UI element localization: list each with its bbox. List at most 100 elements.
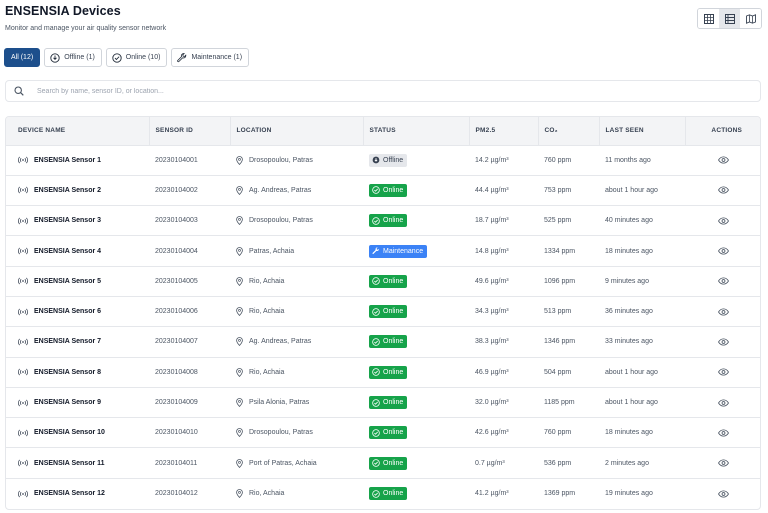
table-row[interactable]: ENSENSIA Sensor 8 20230104008 Rio, Achaia O… [6, 357, 760, 387]
device-name: ENSENSIA Sensor 1 [34, 156, 102, 164]
page-header: ENSENSIA Devices Monitor and manage your… [5, 4, 166, 32]
status-cell: Online [363, 387, 469, 417]
last-seen: about 1 hour ago [605, 399, 658, 407]
device-name-cell: ENSENSIA Sensor 10 [6, 418, 149, 448]
wrench-icon [177, 52, 187, 62]
check-circle-icon [372, 489, 380, 498]
eye-icon [718, 186, 729, 194]
actions-cell [685, 478, 760, 508]
filter-all-label: All (12) [11, 54, 34, 61]
table-row[interactable]: ENSENSIA Sensor 12 20230104012 Rio, Achaia… [6, 478, 760, 508]
filter-online-button[interactable]: Online (10) [105, 48, 168, 67]
device-name: ENSENSIA Sensor 10 [34, 429, 105, 437]
view-details-button[interactable] [718, 186, 729, 194]
view-details-button[interactable] [718, 217, 729, 225]
status-cell: Offline [363, 145, 469, 175]
status-badge: Online [369, 396, 408, 410]
co2-value: 525 ppm [544, 217, 572, 225]
eye-icon [718, 308, 729, 316]
view-details-button[interactable] [718, 459, 729, 467]
status-badge: Online [369, 456, 408, 470]
status-label: Online [383, 459, 404, 467]
view-details-button[interactable] [718, 156, 729, 164]
actions-cell [685, 448, 760, 478]
map-view-button[interactable] [740, 9, 761, 28]
device-name: ENSENSIA Sensor 9 [34, 399, 102, 407]
sensor-id: 20230104004 [155, 247, 198, 255]
table-row[interactable]: ENSENSIA Sensor 2 20230104002 Ag. Andreas,… [6, 175, 760, 205]
view-details-button[interactable] [718, 277, 729, 285]
table-row[interactable]: ENSENSIA Sensor 1 20230104001 Drosopoulou,… [6, 145, 760, 175]
co2-value: 1334 ppm [544, 247, 576, 255]
actions-cell [685, 266, 760, 296]
signal-icon [18, 156, 28, 164]
column-header[interactable]: STATUS [363, 117, 470, 145]
table-row[interactable]: ENSENSIA Sensor 3 20230104003 Drosopoulou,… [6, 205, 760, 236]
actions-cell [685, 418, 760, 448]
status-label: Online [383, 490, 404, 498]
table-row[interactable]: ENSENSIA Sensor 9 20230104009 Psila Alonia… [6, 387, 760, 417]
view-details-button[interactable] [718, 398, 729, 407]
column-header[interactable]: PM2.5 [469, 117, 539, 145]
filter-offline-button[interactable]: Offline (1) [44, 48, 102, 67]
table-row[interactable]: ENSENSIA Sensor 10 20230104010 Drosopoulou… [6, 417, 760, 448]
location-cell: Rio, Achaia [230, 478, 363, 508]
table-row[interactable]: ENSENSIA Sensor 11 20230104011 Port of Pat… [6, 447, 760, 478]
table-row[interactable]: ENSENSIA Sensor 6 20230104006 Rio, Achaia O… [6, 296, 760, 326]
device-name-cell: ENSENSIA Sensor 2 [6, 175, 149, 205]
actions-cell [685, 357, 760, 387]
location: Port of Patras, Achaia [249, 459, 317, 467]
co2-value: 536 ppm [544, 459, 572, 467]
check-circle-icon [372, 368, 380, 376]
check-circle-icon [112, 52, 122, 63]
filter-maintenance-label: Maintenance (1) [191, 54, 243, 61]
pm25-value: 18.7 µg/m³ [475, 217, 509, 225]
sensor-id: 20230104003 [155, 217, 198, 225]
filter-offline-label: Offline (1) [64, 54, 95, 61]
column-header[interactable]: DEVICE NAME [6, 117, 150, 145]
status-badge: Online [369, 183, 408, 197]
status-cell: Online [363, 266, 469, 296]
co2-value: 1369 ppm [544, 490, 576, 498]
status-badge: Online [369, 335, 408, 349]
last-seen: 18 minutes ago [605, 429, 653, 437]
table-row[interactable]: ENSENSIA Sensor 5 20230104005 Rio, Achaia O… [6, 266, 760, 296]
filter-maintenance-button[interactable]: Maintenance (1) [171, 48, 250, 67]
device-name-cell: ENSENSIA Sensor 8 [6, 357, 149, 387]
column-header[interactable]: SENSOR ID [149, 117, 231, 145]
table-row[interactable]: ENSENSIA Sensor 7 20230104007 Ag. Andreas,… [6, 326, 760, 357]
location: Drosopoulou, Patras [249, 156, 313, 164]
device-name-cell: ENSENSIA Sensor 12 [6, 478, 149, 508]
status-label: Online [383, 308, 404, 316]
pm25-value: 0.7 µg/m³ [475, 459, 505, 467]
view-details-button[interactable] [718, 338, 729, 346]
grid-view-button[interactable] [698, 9, 719, 28]
location-pin-icon [236, 489, 243, 499]
table-row[interactable]: ENSENSIA Sensor 4 20230104004 Patras, Acha… [6, 235, 760, 266]
view-details-button[interactable] [718, 429, 729, 437]
power-off-icon [50, 52, 60, 63]
location-cell: Rio, Achaia [230, 357, 363, 387]
table-header-row: DEVICE NAME SENSOR ID LOCATION STATUS PM… [6, 117, 760, 145]
sensor-id: 20230104002 [155, 186, 198, 194]
device-name-cell: ENSENSIA Sensor 5 [6, 266, 149, 296]
location: Ag. Andreas, Patras [249, 338, 312, 346]
device-name-cell: ENSENSIA Sensor 4 [6, 236, 149, 266]
view-details-button[interactable] [718, 490, 729, 498]
location: Drosopoulou, Patras [249, 429, 313, 437]
search-input[interactable] [37, 87, 637, 95]
status-cell: Online [363, 357, 469, 387]
location-cell: Port of Patras, Achaia [230, 448, 363, 478]
status-cell: Online [363, 296, 469, 326]
list-view-button[interactable] [719, 9, 740, 28]
view-details-button[interactable] [718, 247, 729, 255]
pm25-value: 46.9 µg/m³ [475, 368, 509, 376]
column-header[interactable]: LAST SEEN [599, 117, 686, 145]
view-details-button[interactable] [718, 368, 729, 376]
column-header[interactable]: LOCATION [230, 117, 364, 145]
filter-all-button[interactable]: All (12) [4, 48, 41, 67]
column-header: ACTIONS [711, 127, 743, 135]
location: Ag. Andreas, Patras [249, 186, 312, 194]
view-details-button[interactable] [718, 308, 729, 316]
column-header[interactable]: CO₂ [538, 117, 600, 145]
